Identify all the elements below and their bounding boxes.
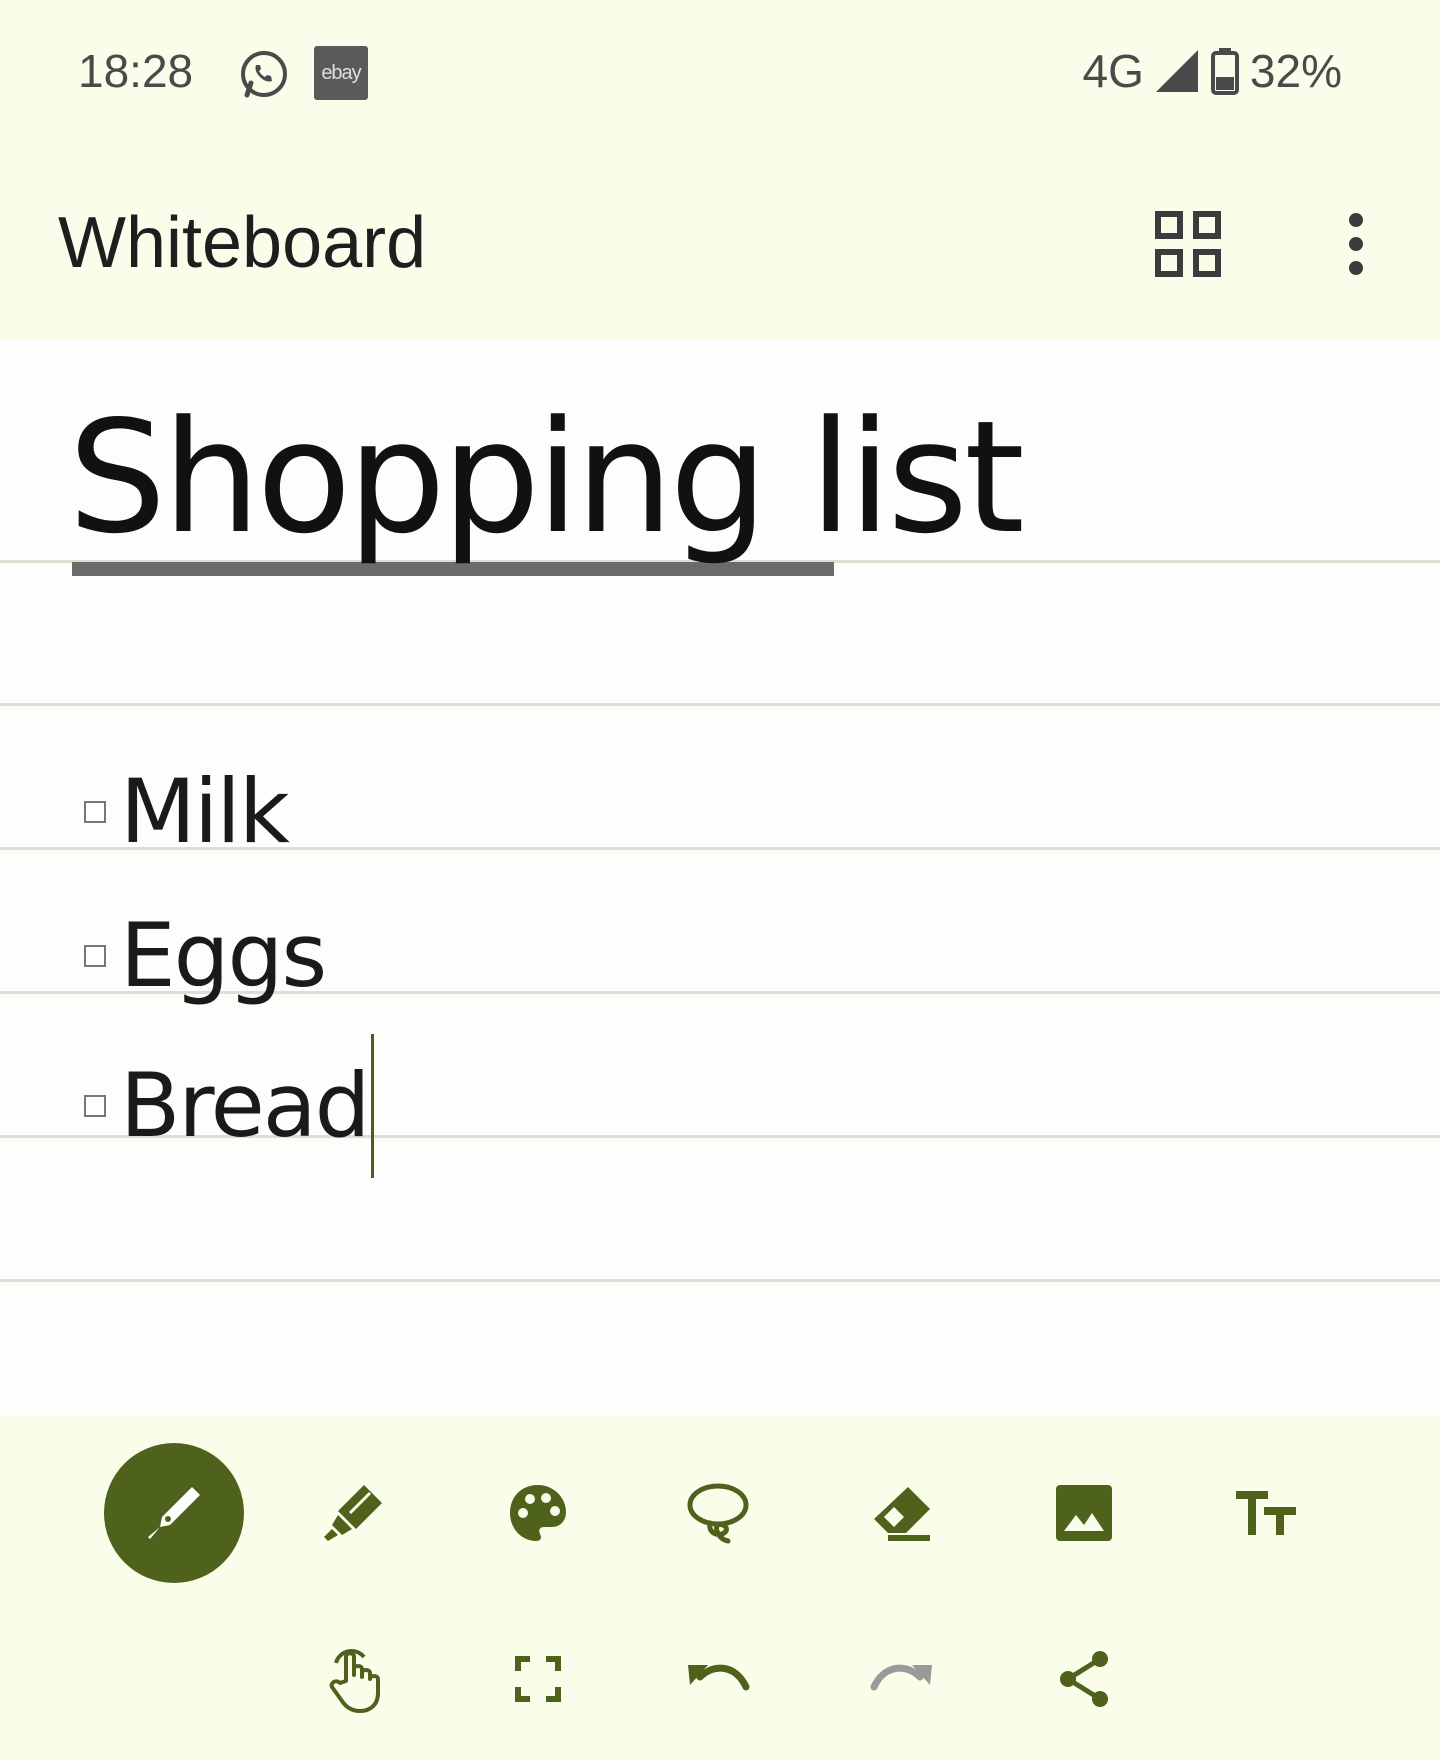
note-title[interactable]: Shopping list [68, 400, 1025, 555]
status-time: 18:28 [78, 45, 194, 97]
pen-tool-button[interactable] [104, 1443, 244, 1583]
checklist-item-text[interactable]: Bread [120, 1062, 371, 1150]
text-size-tool-button[interactable] [1216, 1463, 1316, 1563]
rule-line [0, 703, 1440, 706]
more-options-button[interactable] [1316, 204, 1396, 284]
share-icon [1060, 1651, 1108, 1707]
lasso-tool-button[interactable] [668, 1463, 768, 1563]
pen-icon [148, 1487, 200, 1539]
checkbox[interactable] [84, 801, 106, 823]
checklist-item[interactable]: Eggs [84, 912, 327, 1000]
signal-icon [1155, 50, 1198, 92]
status-bar: 18:28 ebay 4G 32% [0, 0, 1440, 150]
fullscreen-button[interactable] [488, 1629, 588, 1729]
image-icon [1056, 1485, 1112, 1541]
highlighter-tool-button[interactable] [304, 1463, 404, 1563]
highlighter-icon [324, 1485, 382, 1541]
text-cursor [370, 1034, 374, 1178]
more-vert-icon [1349, 213, 1363, 275]
fullscreen-icon [515, 1656, 561, 1702]
status-right: 4G 32% [1083, 44, 1342, 98]
redo-button[interactable] [852, 1629, 952, 1729]
whiteboard-canvas[interactable]: Shopping list Milk Eggs Bread [0, 340, 1440, 1415]
eraser-tool-button[interactable] [852, 1463, 952, 1563]
checkbox[interactable] [84, 945, 106, 967]
lasso-icon [687, 1483, 749, 1544]
palette-icon [510, 1485, 566, 1541]
ebay-label: ebay [321, 61, 361, 84]
text-size-icon [1236, 1491, 1296, 1535]
battery-label: 32% [1249, 45, 1342, 97]
touch-hand-icon [329, 1649, 380, 1713]
network-label: 4G [1082, 45, 1144, 97]
touch-mode-button[interactable] [304, 1629, 404, 1729]
battery-icon [1210, 48, 1239, 95]
palette-tool-button[interactable] [488, 1463, 588, 1563]
eraser-icon [874, 1487, 930, 1541]
undo-icon [688, 1664, 750, 1691]
grid-view-button[interactable] [1148, 204, 1228, 284]
rule-line [0, 1279, 1440, 1282]
whatsapp-icon [238, 48, 290, 104]
redo-icon [870, 1664, 932, 1691]
app-title: Whiteboard [58, 203, 427, 283]
undo-button[interactable] [668, 1629, 768, 1729]
checklist-item-text[interactable]: Milk [120, 768, 290, 856]
ebay-icon: ebay [314, 46, 368, 100]
checkbox[interactable] [84, 1095, 106, 1117]
image-tool-button[interactable] [1034, 1463, 1134, 1563]
drawing-toolbar [0, 1415, 1440, 1760]
checklist-item-text[interactable]: Eggs [120, 912, 327, 1000]
app-bar: Whiteboard [0, 150, 1440, 340]
checklist-item[interactable]: Bread [84, 1034, 374, 1178]
grid-icon [1155, 211, 1221, 277]
checklist-item[interactable]: Milk [84, 768, 290, 856]
share-button[interactable] [1034, 1629, 1134, 1729]
